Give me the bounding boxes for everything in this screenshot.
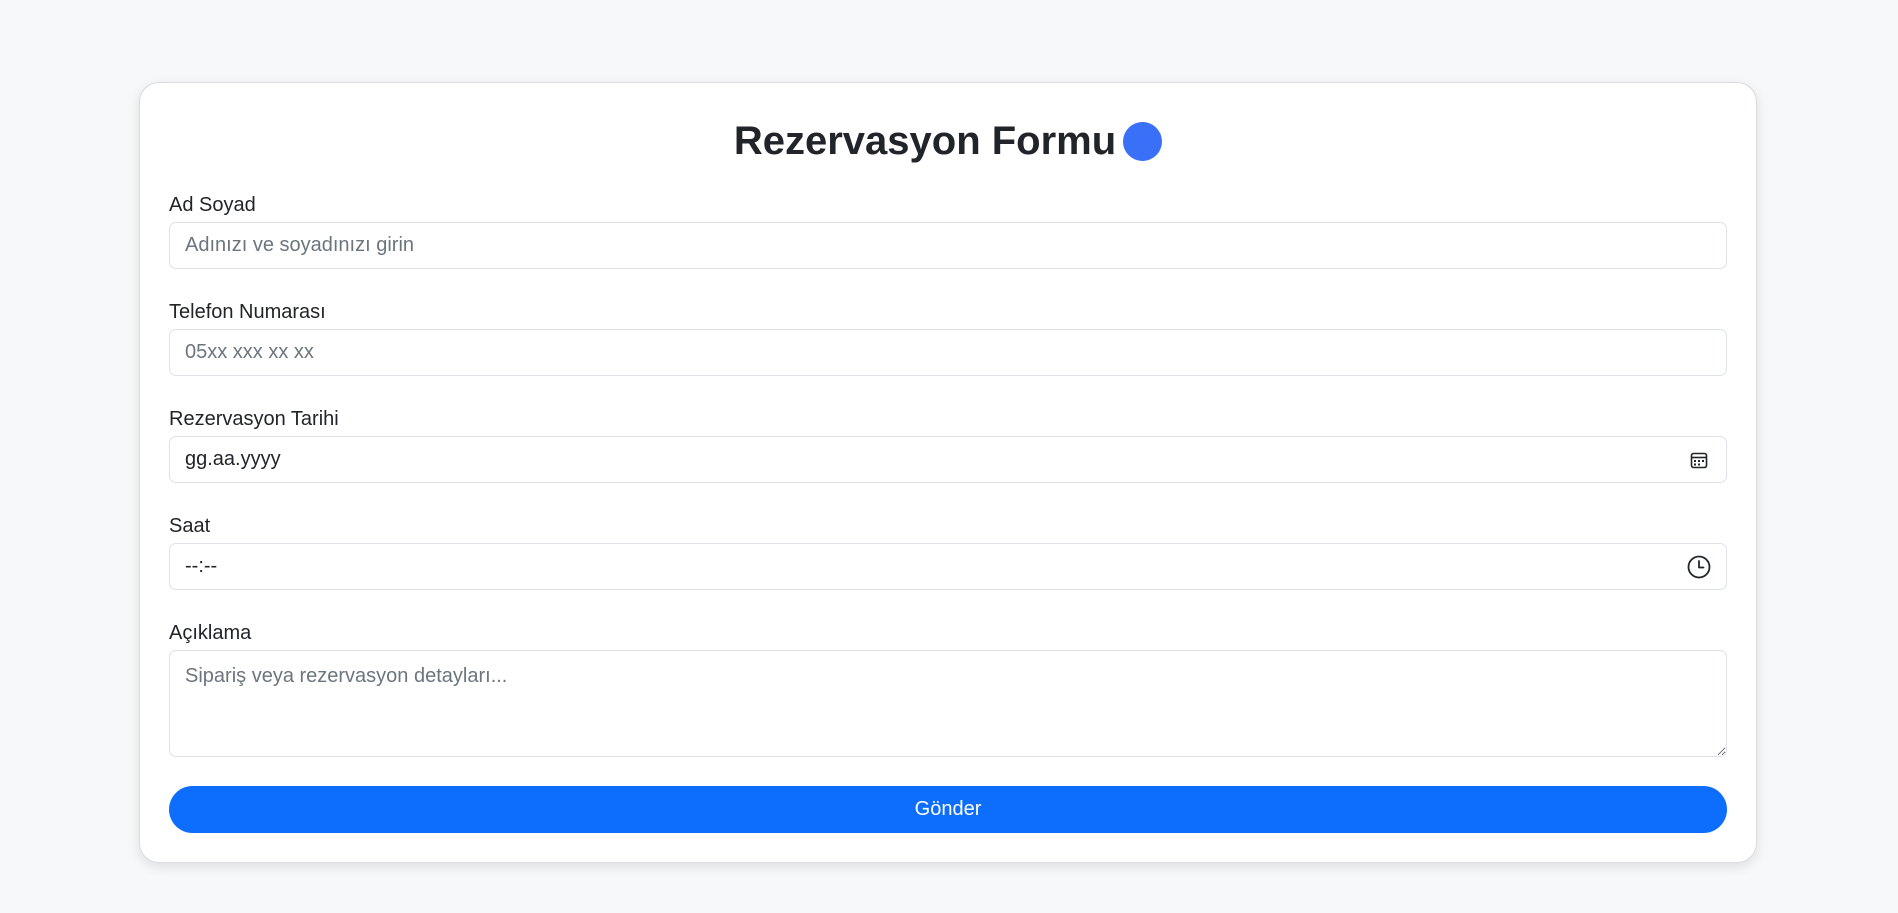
name-label: Ad Soyad: [169, 194, 256, 216]
phone-input[interactable]: [169, 329, 1727, 376]
clock-icon[interactable]: [1687, 555, 1711, 579]
calendar-icon[interactable]: [1687, 448, 1711, 472]
form-title: Rezervasyon Formu: [733, 119, 1117, 163]
date-input-value: gg.aa.yyyy: [185, 448, 281, 470]
submit-button[interactable]: Gönder: [169, 786, 1727, 833]
description-textarea[interactable]: [169, 650, 1727, 757]
date-label: Rezervasyon Tarihi: [169, 408, 339, 430]
phone-label: Telefon Numarası: [169, 301, 326, 323]
time-input[interactable]: --:--: [169, 543, 1727, 590]
time-input-value: --:--: [185, 555, 218, 577]
description-label: Açıklama: [169, 622, 252, 644]
time-label: Saat: [169, 515, 211, 537]
date-input[interactable]: gg.aa.yyyy: [169, 436, 1727, 483]
form-header: Rezervasyon Formu: [140, 115, 1756, 167]
title-badge-dot: [1123, 121, 1163, 161]
name-input[interactable]: [169, 222, 1727, 269]
reservation-form-card: Rezervasyon Formu Ad Soyad Telefon Numar…: [139, 82, 1757, 863]
